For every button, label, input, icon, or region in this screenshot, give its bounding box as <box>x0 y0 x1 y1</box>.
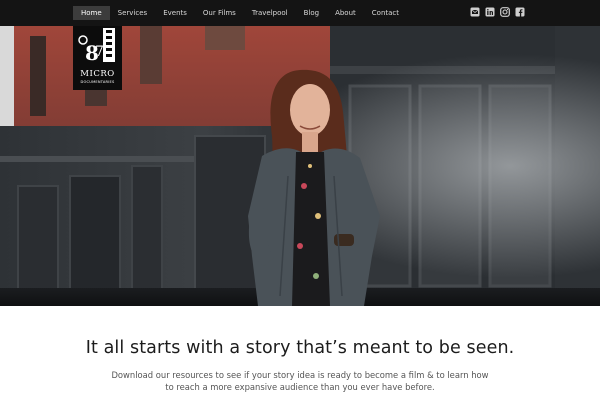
site-logo[interactable]: 8 7 MICRO DOCUMENTARIES <box>73 26 122 90</box>
hero-headline: It all starts with a story that’s meant … <box>85 338 515 358</box>
nav-item-blog[interactable]: Blog <box>296 6 327 20</box>
linkedin-icon[interactable] <box>485 7 495 17</box>
nav-item-contact[interactable]: Contact <box>364 6 407 20</box>
nav-item-about[interactable]: About <box>327 6 364 20</box>
facebook-icon[interactable] <box>515 7 525 17</box>
logo-mark-icon: 8 7 <box>78 28 115 65</box>
nav-item-our-films[interactable]: Our Films <box>195 6 244 20</box>
nav-item-home[interactable]: Home <box>73 6 110 20</box>
logo-subtitle: DOCUMENTARIES <box>80 80 115 84</box>
nav-item-events[interactable]: Events <box>155 6 195 20</box>
main-menu: Home Services Events Our Films Travelpoo… <box>73 6 407 20</box>
email-icon[interactable] <box>470 7 480 17</box>
instagram-icon[interactable] <box>500 7 510 17</box>
nav-item-travelpool[interactable]: Travelpool <box>244 6 296 20</box>
logo-title: MICRO <box>80 69 115 79</box>
hero-subtext: Download our resources to see if your st… <box>111 370 489 392</box>
nav-item-services[interactable]: Services <box>110 6 156 20</box>
social-links <box>470 7 525 17</box>
svg-text:7: 7 <box>95 44 104 60</box>
top-navigation-bar: Home Services Events Our Films Travelpoo… <box>0 0 600 26</box>
